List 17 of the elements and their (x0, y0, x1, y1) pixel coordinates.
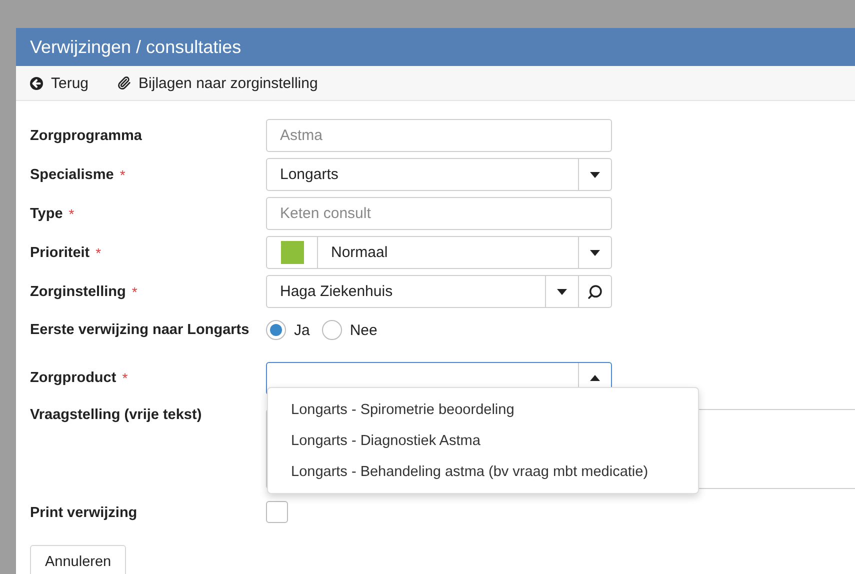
field-label: Print verwijzing (30, 505, 138, 521)
radio-label: Ja (294, 322, 310, 338)
required-marker: * (132, 284, 138, 300)
required-marker: * (68, 206, 74, 222)
field-label: Vraagstelling (vrije tekst) (30, 407, 203, 423)
field-label: Prioriteit (30, 244, 90, 260)
field-label: Zorgprogramma (30, 128, 143, 144)
radio-label: Nee (350, 322, 378, 338)
field-label: Type (30, 206, 63, 222)
field-label: Eerste verwijzing naar Longarts (30, 322, 250, 338)
required-marker: * (120, 166, 126, 182)
required-marker: * (96, 244, 102, 260)
field-label: Zorgproduct (30, 370, 116, 386)
field-label: Zorginstelling (30, 284, 126, 300)
required-marker: * (122, 370, 128, 386)
dialog-title: Verwijzingen / consultaties (30, 36, 242, 58)
field-label: Specialisme (30, 166, 114, 182)
